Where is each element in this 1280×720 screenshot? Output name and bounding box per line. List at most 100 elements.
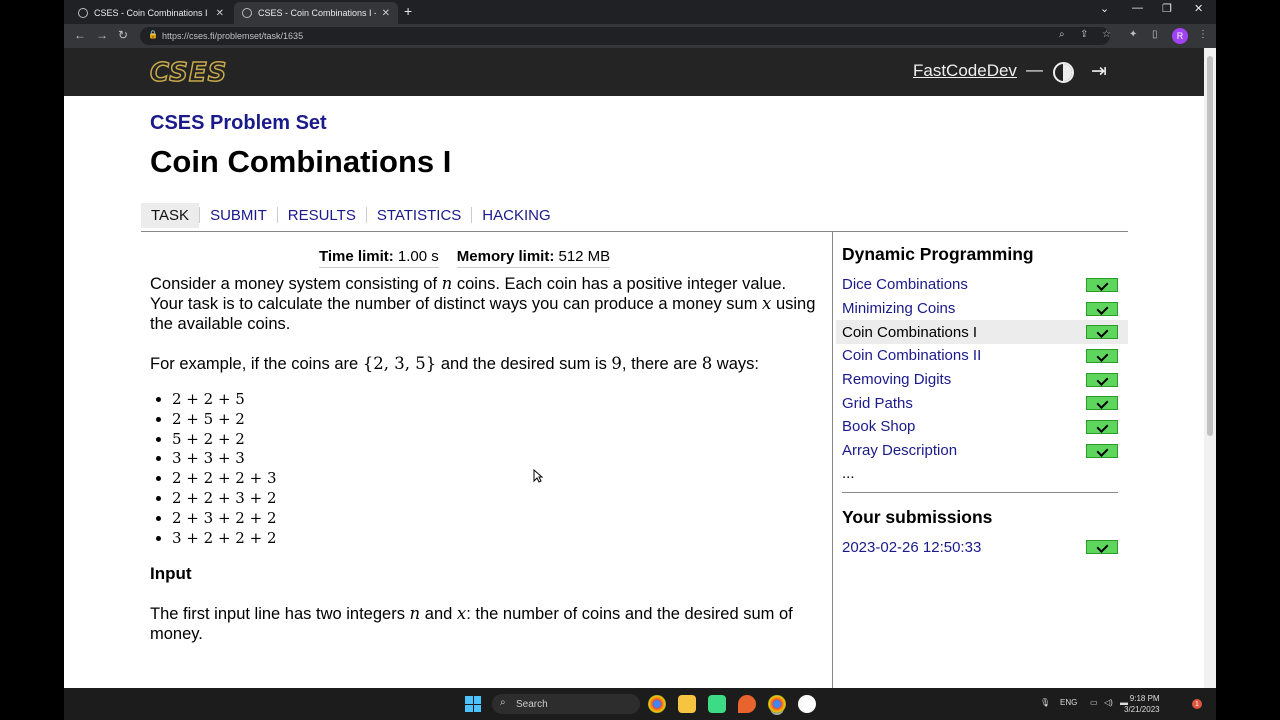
list-item: 2 + 2 + 5 — [172, 390, 820, 410]
list-item: 3 + 3 + 3 — [172, 449, 820, 469]
logout-icon[interactable]: ⇥ — [1091, 60, 1107, 83]
tab-bar: CSES - Coin Combinations I ✕ CSES - Coin… — [64, 0, 1216, 24]
sidebar-item-coin-combinations-i[interactable]: Coin Combinations I — [836, 320, 1128, 345]
sidebar-item-dice-combinations[interactable]: Dice Combinations — [842, 273, 1128, 297]
scrollbar[interactable] — [1204, 48, 1216, 688]
page: CSES FastCodeDev — ⇥ CSES Problem Set Co… — [64, 48, 1204, 688]
browser-tab-1[interactable]: CSES - Coin Combinations I ✕ — [70, 2, 232, 24]
tab-task[interactable]: TASK — [141, 202, 200, 228]
app-icon[interactable] — [738, 695, 756, 713]
clock[interactable]: 9:18 PM 3/21/2023 — [1124, 693, 1160, 715]
network-icon[interactable]: ▭ — [1090, 698, 1098, 707]
taskbar: ⌕ Search 🎙 ENG ▭ ◁) ▬ 9:18 PM 3/21/2023 … — [64, 688, 1216, 720]
new-tab-icon[interactable]: + — [404, 3, 412, 19]
android-studio-icon[interactable] — [708, 695, 726, 713]
scrollbar-thumb[interactable] — [1207, 56, 1213, 436]
chrome-profile-icon[interactable] — [768, 695, 786, 713]
sidebar-item-label[interactable]: Minimizing Coins — [842, 300, 955, 317]
memory-limit-label: Memory limit: — [456, 248, 555, 265]
side-panel-icon[interactable]: ▯ — [1152, 29, 1158, 40]
ways-list: 2 + 2 + 5 2 + 5 + 2 5 + 2 + 2 3 + 3 + 3 … — [172, 390, 820, 548]
tab-submit[interactable]: SUBMIT — [200, 203, 277, 228]
share-icon[interactable]: ⇪ — [1080, 29, 1088, 40]
list-item: 3 + 2 + 2 + 2 — [172, 529, 820, 549]
forward-icon[interactable]: → — [96, 28, 108, 42]
sidebar-item-book-shop[interactable]: Book Shop — [842, 415, 1128, 439]
volume-icon[interactable]: ◁) — [1104, 698, 1113, 707]
sidebar-more[interactable]: ... — [842, 463, 1128, 488]
address-row: ← → ↻ 🔒 https://cses.fi/problemset/task/… — [64, 24, 1216, 48]
input-heading: Input — [150, 564, 192, 584]
microphone-icon[interactable]: 🎙 — [1040, 698, 1050, 707]
favicon-icon — [78, 8, 88, 18]
list-item: 2 + 2 + 3 + 2 — [172, 489, 820, 509]
browser-tab-2[interactable]: CSES - Coin Combinations I - Re... ✕ — [234, 2, 398, 24]
check-icon — [1086, 419, 1118, 434]
sidebar-item-label[interactable]: Grid Paths — [842, 395, 913, 412]
search-placeholder: Search — [516, 698, 548, 710]
theme-toggle-icon[interactable] — [1053, 62, 1074, 83]
restore-icon[interactable]: ❐ — [1162, 2, 1172, 15]
tab-search-icon[interactable]: ⌄ — [1100, 2, 1109, 15]
sidebar-item-grid-paths[interactable]: Grid Paths — [842, 391, 1128, 415]
sidebar-item-removing-digits[interactable]: Removing Digits — [842, 368, 1128, 392]
sidebar-item-minimizing-coins[interactable]: Minimizing Coins — [842, 297, 1128, 321]
tab-hacking[interactable]: HACKING — [472, 203, 560, 228]
close-icon[interactable]: ✕ — [216, 8, 224, 19]
check-icon — [1086, 325, 1118, 340]
time-limit-label: Time limit: — [319, 248, 394, 265]
task-tabs: TASK SUBMIT RESULTS STATISTICS HACKING — [141, 202, 561, 228]
window-close-icon[interactable]: ✕ — [1194, 2, 1203, 15]
taskbar-search[interactable]: ⌕ Search — [492, 694, 640, 714]
check-icon — [1086, 540, 1118, 555]
sidebar-item-label[interactable]: Book Shop — [842, 418, 915, 435]
sidebar-item-coin-combinations-ii[interactable]: Coin Combinations II — [842, 344, 1128, 368]
clock-time: 9:18 PM — [1129, 694, 1160, 703]
browser-chrome: CSES - Coin Combinations I ✕ CSES - Coin… — [64, 0, 1216, 48]
time-limit: Time limit: 1.00 s — [319, 248, 439, 268]
tab-title: CSES - Coin Combinations I - Re... — [258, 8, 376, 18]
menu-icon[interactable]: ⋮ — [1198, 29, 1208, 40]
reload-icon[interactable]: ↻ — [118, 28, 128, 42]
notification-badge[interactable]: 1 — [1192, 699, 1202, 709]
profile-avatar[interactable]: R — [1172, 28, 1188, 44]
math-var: n — [441, 274, 453, 293]
minimize-icon[interactable]: — — [1132, 2, 1143, 14]
sidebar: Dynamic Programming Dice Combinations Mi… — [836, 244, 1128, 560]
clock-date: 3/21/2023 — [1124, 705, 1160, 714]
windows-start-icon[interactable] — [465, 696, 481, 712]
divider — [141, 231, 1128, 232]
sidebar-item-array-description[interactable]: Array Description — [842, 439, 1128, 463]
sidebar-item-label[interactable]: Removing Digits — [842, 371, 951, 388]
language-indicator[interactable]: ENG — [1060, 698, 1077, 707]
bookmark-star-icon[interactable]: ☆ — [1102, 29, 1111, 40]
text: Consider a money system consisting of — [150, 275, 442, 293]
sidebar-item-label[interactable]: Array Description — [842, 442, 957, 459]
cses-logo[interactable]: CSES — [149, 57, 227, 89]
submission-row[interactable]: 2023-02-26 12:50:33 — [842, 536, 1128, 560]
username-link[interactable]: FastCodeDev — [913, 61, 1017, 81]
problem-set-link[interactable]: CSES Problem Set — [150, 112, 327, 135]
close-icon[interactable]: ✕ — [382, 8, 390, 19]
penguin-app-icon[interactable] — [798, 695, 816, 713]
sidebar-item-label[interactable]: Dice Combinations — [842, 276, 968, 293]
text: , there are — [621, 355, 702, 373]
sidebar-item-label[interactable]: Coin Combinations II — [842, 347, 981, 364]
tab-results[interactable]: RESULTS — [278, 203, 366, 228]
submission-link[interactable]: 2023-02-26 12:50:33 — [842, 539, 981, 556]
divider — [842, 491, 1118, 493]
extensions-icon[interactable]: ✦ — [1129, 29, 1137, 40]
address-bar[interactable]: 🔒 https://cses.fi/problemset/task/1635 — [140, 27, 1110, 45]
file-explorer-icon[interactable] — [678, 695, 696, 713]
zoom-icon[interactable]: ⌕ — [1059, 29, 1065, 40]
text: For example, if the coins are — [150, 355, 363, 373]
lock-icon: 🔒 — [148, 30, 158, 39]
check-icon — [1086, 301, 1118, 316]
chrome-icon[interactable] — [648, 695, 666, 713]
math-num: 8 — [701, 354, 713, 373]
math-set: {2, 3, 5} — [362, 354, 437, 373]
sidebar-item-label[interactable]: Coin Combinations I — [842, 324, 977, 341]
back-icon[interactable]: ← — [74, 28, 86, 42]
tab-statistics[interactable]: STATISTICS — [367, 203, 471, 228]
text: and — [420, 605, 457, 624]
